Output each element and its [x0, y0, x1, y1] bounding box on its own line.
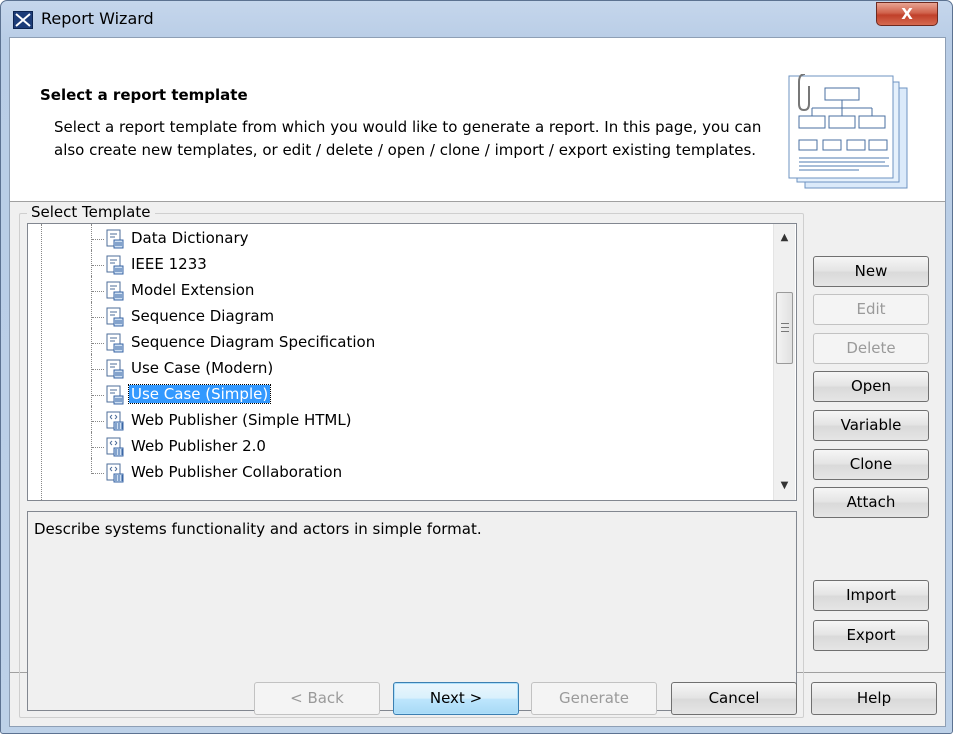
web-template-icon: [106, 463, 124, 483]
delete-button[interactable]: Delete: [813, 333, 929, 364]
tree-item-sequence-diagram-specification[interactable]: Sequence Diagram Specification: [28, 328, 768, 358]
grip-icon: [781, 323, 789, 332]
wizard-header: Select a report template Select a report…: [10, 38, 945, 202]
close-icon: X: [901, 5, 913, 23]
tree-item-model-extension[interactable]: Model Extension: [28, 276, 768, 306]
cancel-button[interactable]: Cancel: [671, 682, 797, 715]
report-wizard-window: Report Wizard X Select a report template…: [0, 0, 953, 734]
tree-item-use-case-simple[interactable]: Use Case (Simple): [28, 380, 768, 410]
tree-item-use-case-modern[interactable]: Use Case (Modern): [28, 354, 768, 384]
report-template-icon: [106, 333, 124, 353]
app-icon: [13, 11, 33, 29]
back-button[interactable]: < Back: [254, 682, 380, 715]
tree-item-web-publisher-simple-html[interactable]: Web Publisher (Simple HTML): [28, 406, 768, 436]
report-template-icon: [106, 359, 124, 379]
tree-item-label: Web Publisher 2.0: [131, 437, 266, 455]
next-button[interactable]: Next >: [393, 682, 519, 715]
title-bar[interactable]: Report Wizard X: [1, 1, 952, 37]
new-button[interactable]: New: [813, 256, 929, 287]
page-description: Select a report template from which you …: [54, 118, 762, 159]
export-button[interactable]: Export: [813, 620, 929, 651]
web-template-icon: [106, 411, 124, 431]
window-title: Report Wizard: [41, 9, 154, 28]
close-button[interactable]: X: [876, 2, 938, 26]
report-template-icon: [106, 255, 124, 275]
select-template-label: Select Template: [27, 203, 155, 221]
template-description: Describe systems functionality and actor…: [34, 520, 482, 538]
scroll-up-arrow-icon[interactable]: ▲: [774, 228, 795, 248]
tree-item-web-publisher-collaboration[interactable]: Web Publisher Collaboration: [28, 458, 768, 486]
template-description-box: Describe systems functionality and actor…: [27, 511, 797, 711]
tree-item-label: Sequence Diagram: [131, 307, 275, 325]
tree-scrollbar[interactable]: ▲ ▼: [773, 224, 795, 500]
tree-item-label: Use Case (Modern): [131, 359, 274, 377]
web-template-icon: [106, 437, 124, 457]
tree-item-label: IEEE 1233: [131, 255, 207, 273]
tree-item-label: Use Case (Simple): [127, 384, 272, 404]
tree-item-sequence-diagram[interactable]: Sequence Diagram: [28, 302, 768, 332]
tree-item-ieee-1233[interactable]: IEEE 1233: [28, 250, 768, 280]
tree-item-web-publisher-2-0[interactable]: Web Publisher 2.0: [28, 432, 768, 462]
scroll-down-arrow-icon[interactable]: ▼: [774, 476, 795, 496]
variable-button[interactable]: Variable: [813, 410, 929, 441]
edit-button[interactable]: Edit: [813, 294, 929, 325]
report-template-icon: [106, 281, 124, 301]
tree-item-label: Web Publisher (Simple HTML): [131, 411, 352, 429]
tree-item-label: Model Extension: [131, 281, 255, 299]
tree-item-label: Data Dictionary: [131, 229, 249, 247]
template-tree[interactable]: Data Dictionary IEEE 1233 Model Extensio…: [27, 223, 797, 501]
report-template-illustration-icon: [788, 74, 908, 189]
clone-button[interactable]: Clone: [813, 449, 929, 480]
tree-item-data-dictionary[interactable]: Data Dictionary: [28, 224, 768, 254]
report-template-icon: [106, 307, 124, 327]
tree-item-label: Sequence Diagram Specification: [131, 333, 376, 351]
tree-item-label: Web Publisher Collaboration: [131, 463, 343, 481]
generate-button[interactable]: Generate: [531, 682, 657, 715]
report-template-icon: [106, 229, 124, 249]
open-button[interactable]: Open: [813, 371, 929, 402]
help-button[interactable]: Help: [811, 682, 937, 715]
scroll-thumb[interactable]: [776, 292, 793, 364]
attach-button[interactable]: Attach: [813, 487, 929, 518]
page-title: Select a report template: [40, 86, 248, 104]
report-template-icon: [106, 385, 124, 405]
import-button[interactable]: Import: [813, 580, 929, 611]
